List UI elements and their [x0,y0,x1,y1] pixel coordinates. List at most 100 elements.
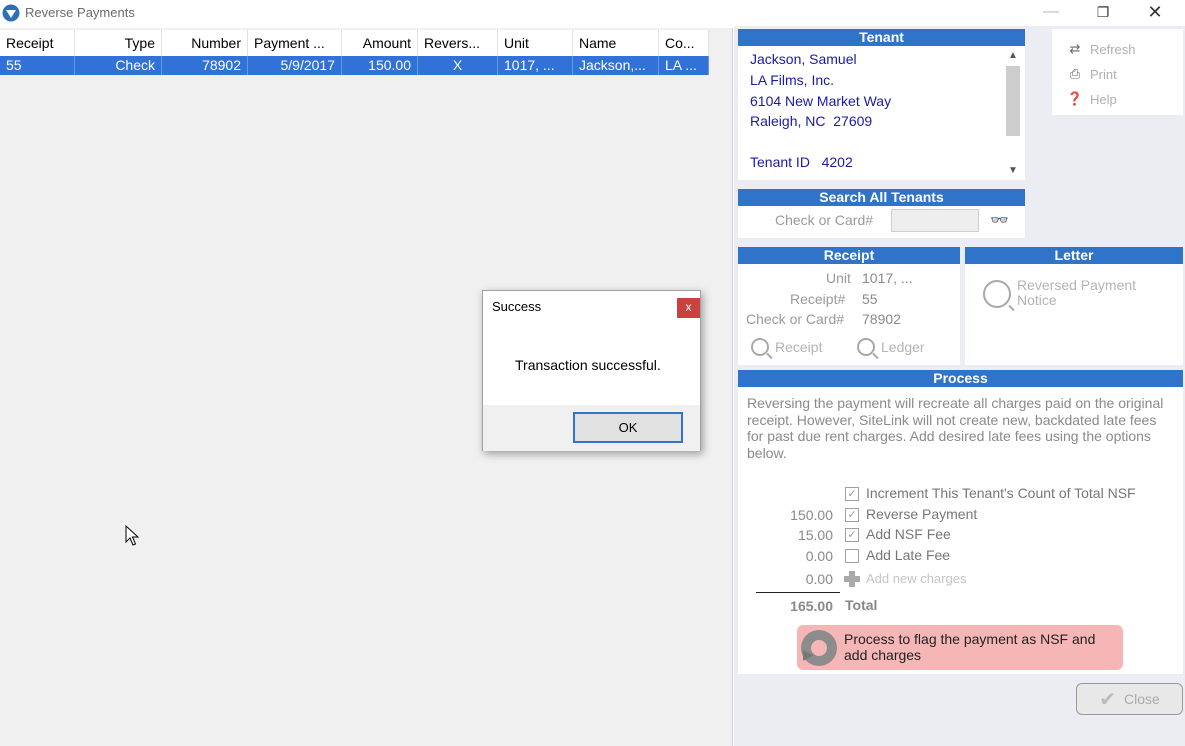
process-nsf-button[interactable]: Process to flag the payment as NSF and a… [797,625,1123,670]
tenant-name: Jackson, Samuel [750,51,857,67]
dialog-footer: OK [483,405,700,451]
help-icon: ❓ [1066,91,1084,106]
refresh-label: Refresh [1090,41,1136,57]
letter-item-label: Reversed Payment Notice [1017,277,1137,308]
cell-unit: 1017, ... [498,56,573,75]
col-receipt[interactable]: Receipt [0,30,75,56]
checkbox[interactable] [845,549,859,563]
cell-reversed: X [418,56,498,75]
mouse-cursor-icon [125,525,140,546]
total-row: 165.00 Total [740,596,1180,616]
unit-label: Unit [826,270,851,286]
checkbox[interactable]: ✓ [845,528,859,542]
option-amount: 150.00 [790,507,833,523]
view-ledger-button[interactable]: Ledger [857,338,925,356]
option-increment-nsf[interactable]: ✓ Increment This Tenant's Count of Total… [740,484,1180,504]
search-heading: Search All Tenants [738,189,1025,206]
check-card-label: Check or Card# [746,311,845,327]
magnifier-icon [983,280,1011,308]
add-new-charges-button[interactable]: 0.00 Add new charges [740,569,1180,589]
print-label: Print [1090,66,1117,82]
col-type[interactable]: Type [75,30,162,56]
app-logo-icon [2,4,20,22]
process-heading: Process [738,370,1183,387]
close-label: Close [1123,691,1160,707]
tenant-company: LA Films, Inc. [750,72,835,88]
table-row[interactable]: 55 Check 78902 5/9/2017 150.00 X 1017, .… [0,56,709,75]
letter-heading: Letter [965,247,1183,264]
col-number[interactable]: Number [162,30,248,56]
tenant-scrollbar[interactable]: ▲ ▼ [1005,48,1021,178]
scroll-up-icon[interactable]: ▲ [1005,50,1021,61]
refresh-button[interactable]: ⇄ Refresh [1066,39,1136,59]
col-unit[interactable]: Unit [498,30,573,56]
grid-header: Receipt Type Number Payment ... Amount R… [0,30,709,56]
window-close-button[interactable]: ✕ [1132,0,1178,26]
ledger-btn-label: Ledger [881,339,925,355]
title-bar: Reverse Payments — ❐ ✕ [0,0,1185,26]
option-add-nsf-fee[interactable]: 15.00 ✓ Add NSF Fee [740,525,1180,545]
dialog-close-button[interactable]: x [677,298,700,318]
total-amount: 165.00 [790,598,833,614]
tenant-id: Tenant ID 4202 [750,154,853,170]
unit-value: 1017, ... [862,270,913,286]
new-charges-label: Add new charges [866,571,967,586]
restore-button[interactable]: ❐ [1080,0,1126,26]
scroll-down-icon[interactable]: ▼ [1005,165,1021,176]
cell-payment-date: 5/9/2017 [248,56,342,75]
cell-company: LA ... [659,56,709,75]
tenant-id-label: Tenant ID [750,154,810,170]
option-add-late-fee[interactable]: 0.00 Add Late Fee [740,546,1180,566]
option-reverse-payment[interactable]: 150.00 ✓ Reverse Payment [740,505,1180,525]
reversed-payment-notice-button[interactable]: Reversed Payment Notice [983,278,1173,308]
window-title: Reverse Payments [25,5,135,20]
receipt-btn-label: Receipt [775,339,823,355]
toolbar: ⇄ Refresh ⎙ Print ❓ Help [1052,29,1183,115]
receipt-number-label: Receipt# [790,291,846,307]
tenant-address-line2: Raleigh, NC 27609 [750,113,873,129]
dialog-message: Transaction successful. [515,357,661,373]
scroll-thumb[interactable] [1006,66,1020,136]
cell-amount: 150.00 [342,56,418,75]
gear-icon [801,630,837,666]
col-payment-date[interactable]: Payment ... [248,30,342,56]
cell-receipt: 55 [0,56,75,75]
plus-icon [843,570,861,588]
receipt-heading: Receipt [738,247,960,264]
tenant-address-line1: 6104 New Market Way [750,93,892,109]
ok-button[interactable]: OK [573,412,683,443]
close-button[interactable]: ✔ Close [1076,683,1183,715]
option-label: Increment This Tenant's Count of Total N… [866,485,1136,501]
process-description: Reversing the payment will recreate all … [747,395,1164,461]
col-company[interactable]: Co... [659,30,709,56]
magnifier-icon [857,338,875,356]
printer-icon: ⎙ [1069,66,1081,81]
checkbox[interactable]: ✓ [845,487,859,501]
binoculars-icon[interactable]: 👓 [990,211,1009,229]
col-amount[interactable]: Amount [342,30,418,56]
option-amount: 15.00 [797,527,833,543]
option-label: Add Late Fee [866,547,951,563]
success-dialog: Success x Transaction successful. OK [482,290,701,451]
check-card-value: 78902 [862,311,901,327]
view-receipt-button[interactable]: Receipt [751,338,822,356]
option-label: Reverse Payment [866,506,978,522]
search-label: Check or Card# [775,212,874,228]
option-label: Add NSF Fee [866,526,951,542]
print-button[interactable]: ⎙ Print [1066,64,1117,84]
total-label: Total [845,597,878,613]
checkmark-icon: ✔ [1099,688,1116,711]
refresh-icon: ⇄ [1069,41,1081,56]
check-card-search-input[interactable] [891,209,979,232]
col-reversed[interactable]: Revers... [418,30,498,56]
minimize-button[interactable]: — [1028,0,1074,26]
help-label: Help [1090,91,1117,107]
help-button[interactable]: ❓ Help [1066,89,1117,109]
tenant-heading: Tenant [738,29,1025,46]
tenant-id-value: 4202 [821,154,853,170]
col-name[interactable]: Name [573,30,659,56]
cell-number: 78902 [162,56,248,75]
checkbox[interactable]: ✓ [845,508,859,522]
new-charges-amount: 0.00 [805,571,833,587]
process-button-label: Process to flag the payment as NSF and a… [844,631,1096,663]
